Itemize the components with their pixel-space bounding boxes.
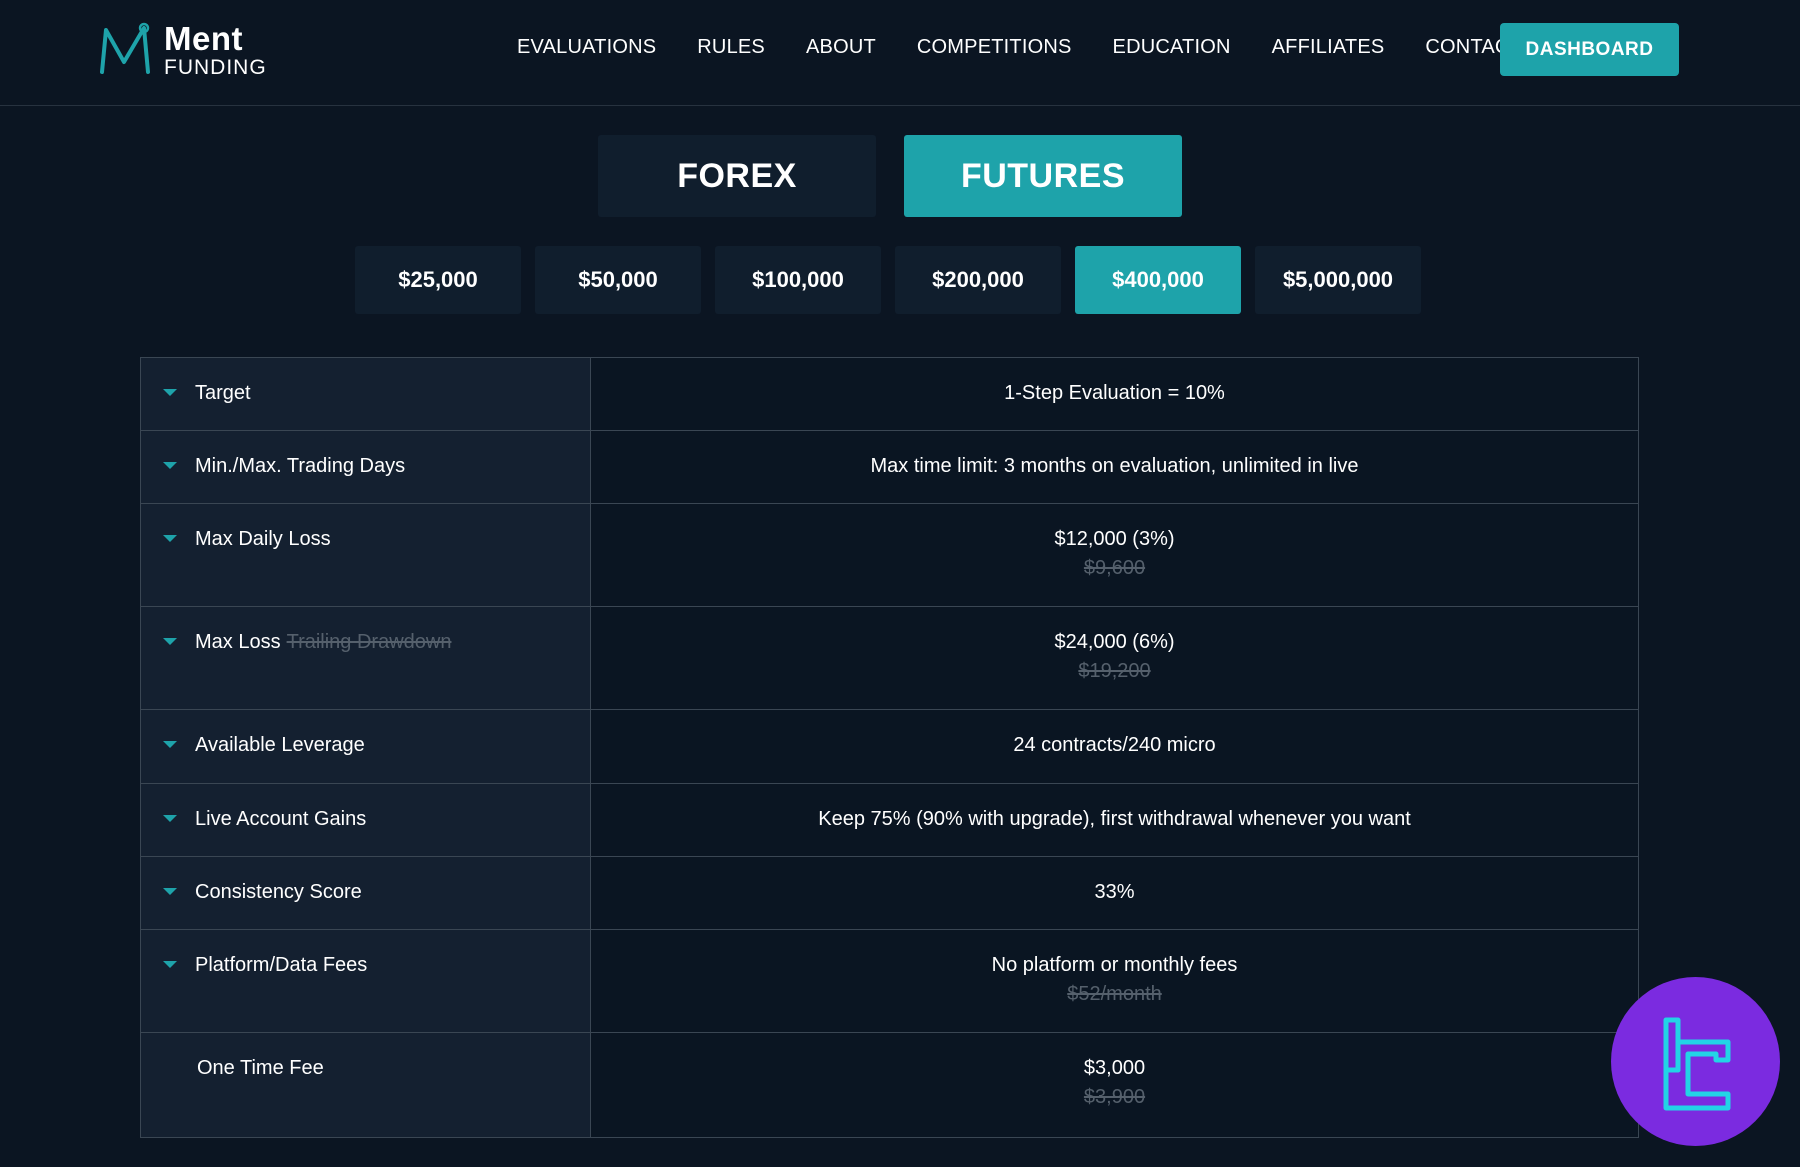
original-value-strikethrough: $52/month [591,983,1638,1006]
rules-table: Target 1-Step Evaluation = 10% Min./Max.… [140,357,1639,1138]
row-value-cell: 24 contracts/240 micro [591,710,1638,783]
label-strikethrough: Trailing Drawdown [287,631,452,654]
row-label: Available Leverage [195,734,365,757]
row-label: Consistency Score [195,881,362,904]
row-label: Max Loss [195,631,281,654]
size-button-50k[interactable]: $50,000 [535,246,701,314]
table-row: Available Leverage 24 contracts/240 micr… [141,710,1638,784]
row-value: No platform or monthly fees [992,954,1238,976]
row-value-cell: 1-Step Evaluation = 10% [591,358,1638,430]
table-row: Max Daily Loss $12,000 (3%) $9,600 [141,504,1638,607]
size-button-400k[interactable]: $400,000 [1075,246,1241,314]
row-value-cell: $3,000 $3,900 [591,1033,1638,1137]
logo-subtitle: FUNDING [164,57,267,78]
tc-logo-icon [1646,1012,1746,1112]
account-size-selector: $25,000 $50,000 $100,000 $200,000 $400,0… [355,246,1421,314]
original-value-strikethrough: $19,200 [591,660,1638,683]
caret-down-icon[interactable] [163,815,177,822]
row-value: $12,000 (3%) [1054,528,1174,550]
row-label: Platform/Data Fees [195,954,367,977]
top-header: Ment FUNDING EVALUATIONS RULES ABOUT COM… [0,0,1800,106]
row-label: Target [195,382,251,405]
row-value: $24,000 (6%) [1054,631,1174,653]
row-label: Live Account Gains [195,808,366,831]
nav-affiliates[interactable]: AFFILIATES [1272,36,1385,59]
row-value: $3,000 [1084,1057,1145,1079]
row-value-cell: 33% [591,857,1638,929]
size-button-200k[interactable]: $200,000 [895,246,1061,314]
logo-m-icon [96,22,156,78]
size-button-5m[interactable]: $5,000,000 [1255,246,1421,314]
row-label-cell: Min./Max. Trading Days [141,431,591,503]
row-label-cell: Target [141,358,591,430]
row-value-cell: Max time limit: 3 months on evaluation, … [591,431,1638,503]
table-row: Platform/Data Fees No platform or monthl… [141,930,1638,1033]
caret-down-icon[interactable] [163,389,177,396]
row-value: 24 contracts/240 micro [1013,734,1215,756]
watermark-logo-badge [1611,977,1780,1146]
row-label-cell: Platform/Data Fees [141,930,591,1032]
table-row: Max Loss Trailing Drawdown $24,000 (6%) … [141,607,1638,710]
nav-rules[interactable]: RULES [697,36,765,59]
nav-education[interactable]: EDUCATION [1113,36,1231,59]
row-label-cell: Live Account Gains [141,784,591,856]
caret-down-icon[interactable] [163,741,177,748]
row-value-cell: Keep 75% (90% with upgrade), first withd… [591,784,1638,856]
tab-forex[interactable]: FOREX [598,135,876,217]
row-label-cell: One Time Fee [141,1033,591,1137]
nav-about[interactable]: ABOUT [806,36,876,59]
table-row: Target 1-Step Evaluation = 10% [141,358,1638,431]
row-label: Max Daily Loss [195,528,331,551]
nav-competitions[interactable]: COMPETITIONS [917,36,1072,59]
original-value-strikethrough: $9,600 [591,557,1638,580]
row-label-cell: Max Daily Loss [141,504,591,606]
row-value-cell: No platform or monthly fees $52/month [591,930,1638,1032]
nav-evaluations[interactable]: EVALUATIONS [517,36,656,59]
caret-down-icon[interactable] [163,462,177,469]
row-label: Min./Max. Trading Days [195,455,405,478]
table-row: Consistency Score 33% [141,857,1638,930]
table-row: Live Account Gains Keep 75% (90% with up… [141,784,1638,857]
ment-funding-logo[interactable]: Ment FUNDING [96,20,267,80]
size-button-25k[interactable]: $25,000 [355,246,521,314]
row-value: Keep 75% (90% with upgrade), first withd… [818,808,1411,830]
caret-down-icon[interactable] [163,961,177,968]
table-row: One Time Fee $3,000 $3,900 [141,1033,1638,1137]
size-button-100k[interactable]: $100,000 [715,246,881,314]
caret-down-icon[interactable] [163,535,177,542]
dashboard-button[interactable]: DASHBOARD [1500,23,1679,76]
row-label-cell: Max Loss Trailing Drawdown [141,607,591,709]
row-value: Max time limit: 3 months on evaluation, … [871,455,1359,477]
row-value: 1-Step Evaluation = 10% [1004,382,1225,404]
table-row: Min./Max. Trading Days Max time limit: 3… [141,431,1638,504]
row-label: One Time Fee [197,1057,324,1080]
original-value-strikethrough: $3,900 [591,1086,1638,1109]
caret-down-icon[interactable] [163,888,177,895]
row-label-cell: Consistency Score [141,857,591,929]
row-label-cell: Available Leverage [141,710,591,783]
row-value-cell: $24,000 (6%) $19,200 [591,607,1638,709]
row-value-cell: $12,000 (3%) $9,600 [591,504,1638,606]
caret-down-icon[interactable] [163,638,177,645]
tab-futures[interactable]: FUTURES [904,135,1182,217]
logo-name: Ment [164,22,267,55]
main-nav: EVALUATIONS RULES ABOUT COMPETITIONS EDU… [517,36,1522,59]
row-value: 33% [1094,881,1134,903]
